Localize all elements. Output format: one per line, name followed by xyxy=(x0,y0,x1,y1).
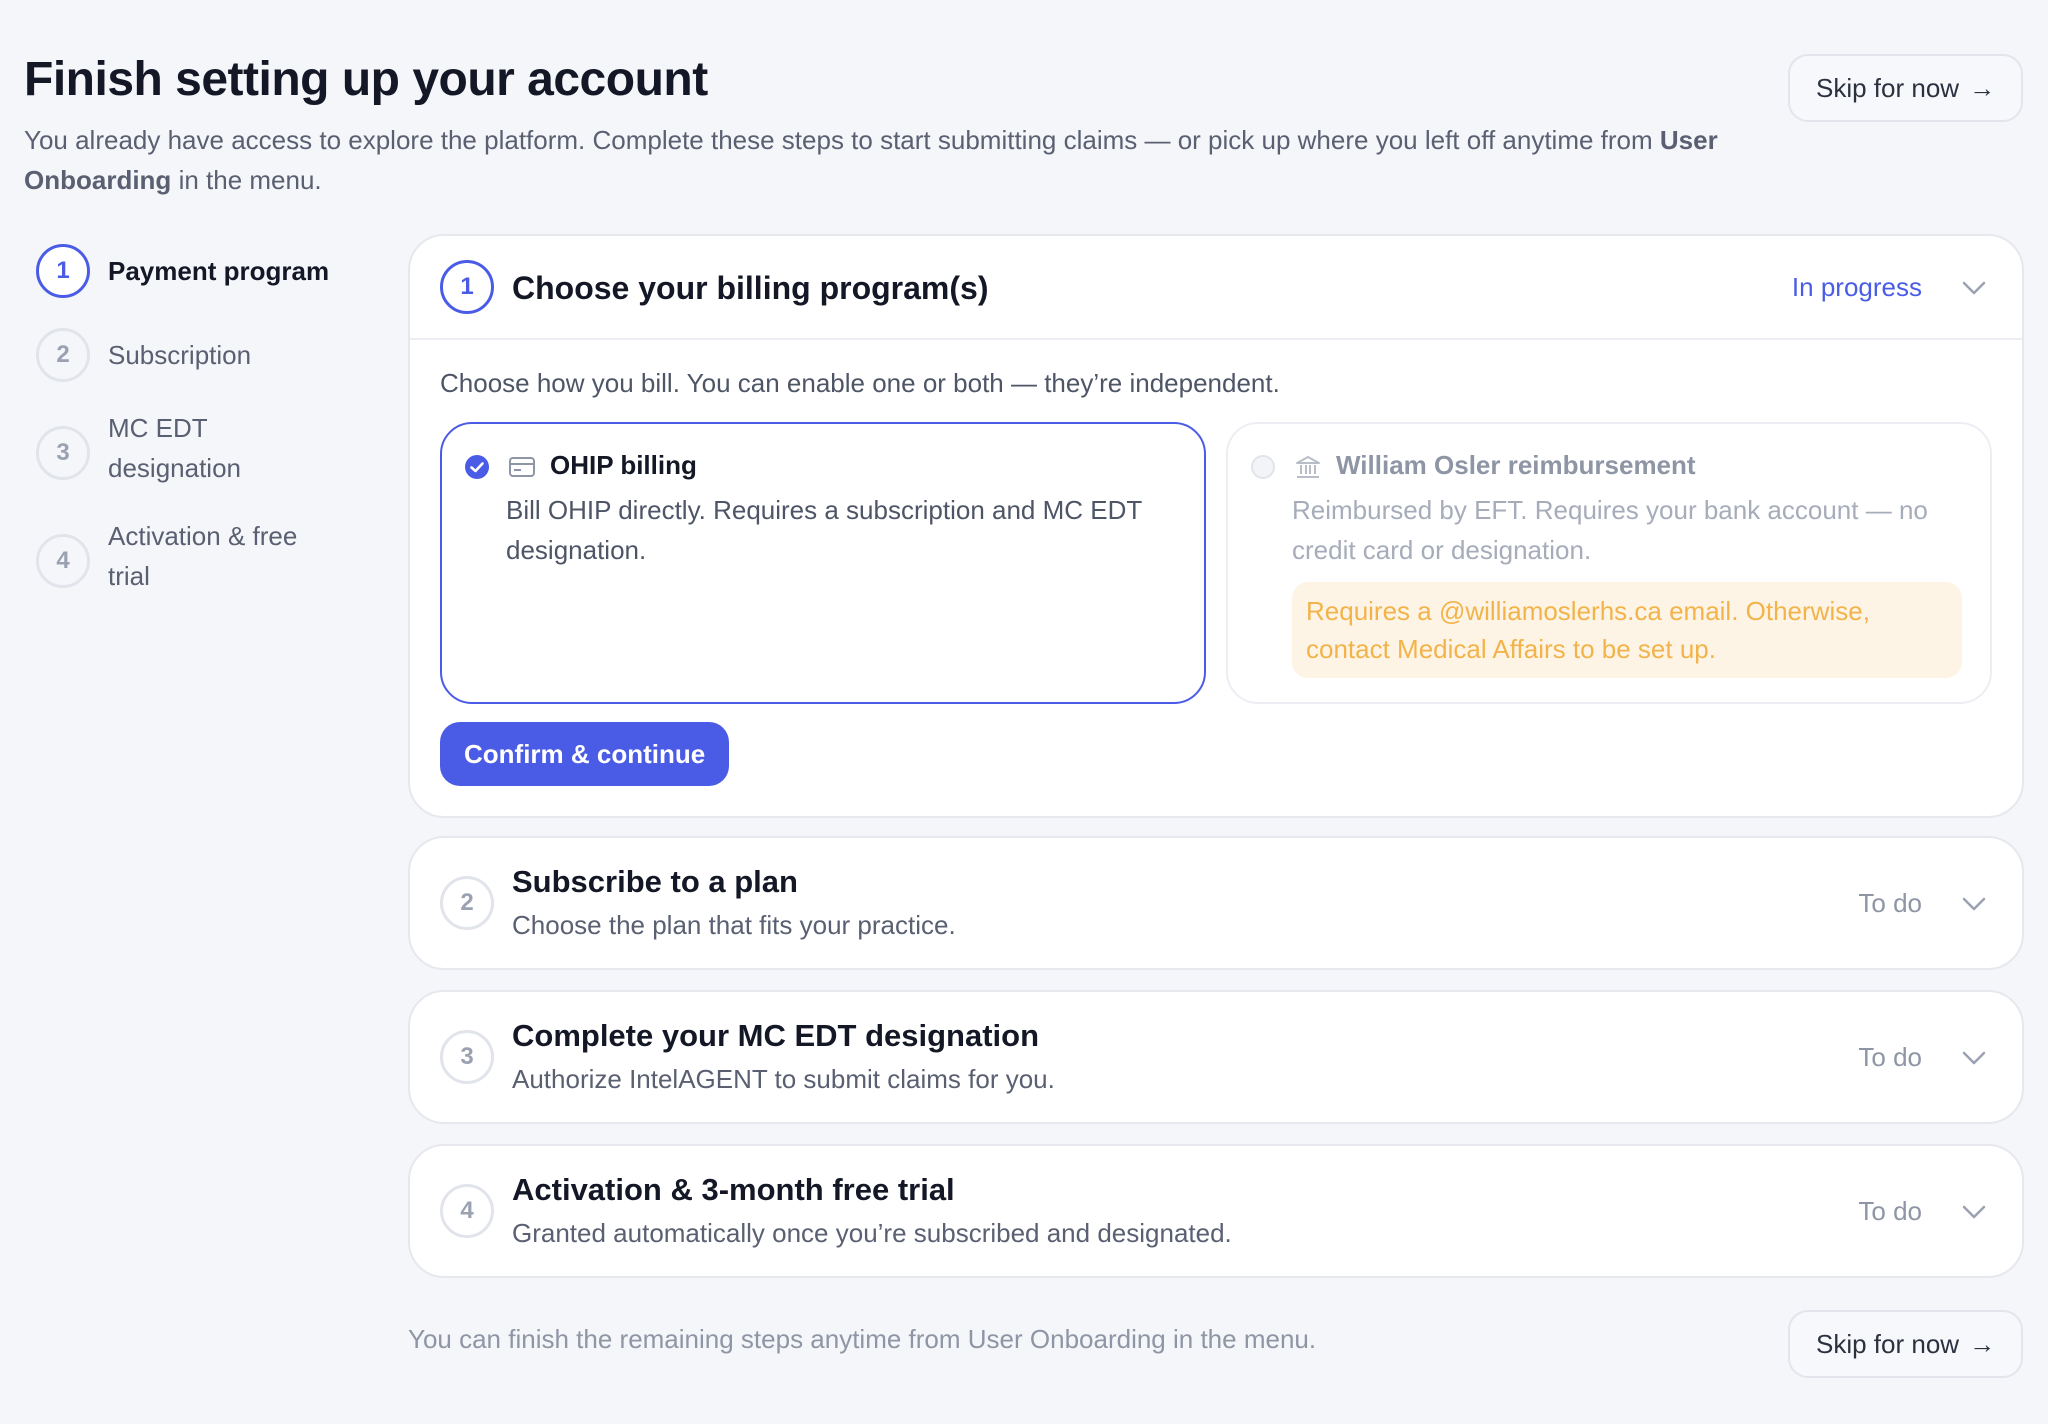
email-requirement-warning: Requires a @williamoslerhs.ca email. Oth… xyxy=(1292,582,1962,678)
skip-for-now-button-top[interactable]: Skip for now → xyxy=(1788,54,2024,122)
step-label: Payment program xyxy=(108,256,330,286)
onboarding-page: Finish setting up your account You alrea… xyxy=(0,0,2048,1424)
step-description: Granted automatically once you’re subscr… xyxy=(512,1218,1232,1248)
status-badge: To do xyxy=(1858,888,1922,918)
status-badge: To do xyxy=(1858,1196,1922,1226)
page-title: Finish setting up your account xyxy=(24,53,708,106)
footer-note: You can finish the remaining steps anyti… xyxy=(408,1324,1317,1354)
step-card-activation[interactable]: 4 Activation & 3-month free trial Grante… xyxy=(408,1144,2024,1278)
subtitle-text: You already have access to explore the p… xyxy=(24,125,1653,155)
chevron-down-icon xyxy=(1962,1205,1986,1219)
step-card-header[interactable]: 1 Choose your billing program(s) In prog… xyxy=(410,236,2022,340)
option-title: OHIP billing xyxy=(550,450,697,480)
step-number-badge: 4 xyxy=(440,1184,494,1238)
skip-label: Skip for now xyxy=(1816,1328,1960,1359)
step-number-badge: 1 xyxy=(440,260,494,314)
status-badge: In progress xyxy=(1791,272,1922,302)
step-title: Subscribe to a plan xyxy=(512,864,798,899)
option-william-osler[interactable]: William Osler reimbursement Reimbursed b… xyxy=(1226,422,1992,704)
step-number: 1 xyxy=(36,244,90,298)
step-description: Authorize IntelAGENT to submit claims fo… xyxy=(512,1064,1055,1094)
step-card-mc-edt[interactable]: 3 Complete your MC EDT designation Autho… xyxy=(408,990,2024,1124)
credit-card-icon xyxy=(509,457,535,477)
chevron-down-icon xyxy=(1962,281,1986,295)
option-description: Bill OHIP directly. Requires a subscript… xyxy=(506,495,1142,565)
subtitle-end: in the menu. xyxy=(178,165,322,195)
skip-for-now-button-bottom[interactable]: Skip for now → xyxy=(1788,1310,2024,1378)
step-number: 2 xyxy=(36,328,90,382)
step-number-badge: 2 xyxy=(440,876,494,930)
chevron-down-icon xyxy=(1962,1051,1986,1065)
page-subtitle: You already have access to explore the p… xyxy=(24,120,1784,200)
step-label: MC EDT designation xyxy=(108,413,241,483)
step-title: Complete your MC EDT designation xyxy=(512,1018,1040,1053)
checked-checkbox-icon[interactable] xyxy=(464,454,490,480)
option-ohip-billing[interactable]: OHIP billing Bill OHIP directly. Require… xyxy=(440,422,1206,704)
option-description: Reimbursed by EFT. Requires your bank ac… xyxy=(1292,495,1928,565)
step-number-badge: 3 xyxy=(440,1030,494,1084)
step-number: 3 xyxy=(36,426,90,480)
arrow-right-icon: → xyxy=(1969,72,1996,103)
arrow-right-icon: → xyxy=(1969,1328,1996,1359)
skip-label: Skip for now xyxy=(1816,72,1960,103)
confirm-continue-button[interactable]: Confirm & continue xyxy=(440,722,730,786)
step-card-billing-program: 1 Choose your billing program(s) In prog… xyxy=(408,234,2024,818)
bank-icon xyxy=(1296,456,1320,478)
billing-intro-text: Choose how you bill. You can enable one … xyxy=(440,368,1280,398)
step-card-subscription[interactable]: 2 Subscribe to a plan Choose the plan th… xyxy=(408,836,2024,970)
chevron-down-icon xyxy=(1962,897,1986,911)
step-label: Activation & free trial xyxy=(108,521,298,591)
step-label: Subscription xyxy=(108,340,252,370)
option-title: William Osler reimbursement xyxy=(1336,450,1696,480)
status-badge: To do xyxy=(1858,1042,1922,1072)
unchecked-radio-icon[interactable] xyxy=(1250,454,1276,480)
step-description: Choose the plan that fits your practice. xyxy=(512,910,956,940)
step-title: Choose your billing program(s) xyxy=(512,270,989,306)
step-number: 4 xyxy=(36,534,90,588)
step-title: Activation & 3-month free trial xyxy=(512,1172,955,1207)
